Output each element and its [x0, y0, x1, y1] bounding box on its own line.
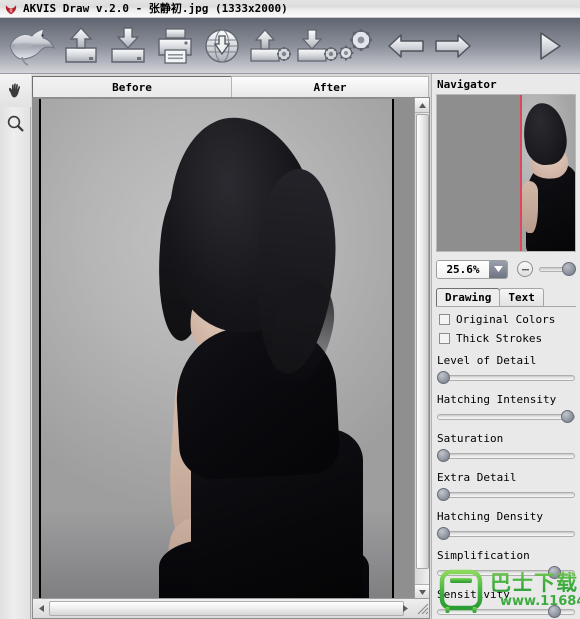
- slider-track: [437, 492, 575, 498]
- tab-text-label: Text: [508, 291, 535, 304]
- save-preset-icon[interactable]: [293, 24, 339, 68]
- print-image-icon[interactable]: [152, 24, 198, 68]
- slider-sensitivity[interactable]: [437, 605, 575, 618]
- settings-tabs-divider: [436, 306, 576, 307]
- settings-tabs: Drawing Text: [436, 288, 580, 306]
- param-label: Simplification: [437, 549, 530, 562]
- hand-tool-icon[interactable]: [0, 74, 31, 107]
- navigator-thumbnail[interactable]: [436, 94, 576, 252]
- window-title: AKVIS Draw v.2.0 - 张静初.jpg (1333x2000): [23, 1, 288, 15]
- zoom-tool-icon[interactable]: [0, 107, 31, 140]
- tab-drawing-label: Drawing: [445, 291, 492, 304]
- undo-arrow-icon[interactable]: [383, 24, 429, 68]
- checkbox-box[interactable]: [439, 333, 450, 344]
- slider-extra-detail[interactable]: [437, 488, 575, 501]
- param-label: Sensitivity: [437, 588, 510, 601]
- zoom-slider-handle[interactable]: [562, 262, 576, 276]
- param-label: Level of Detail: [437, 354, 537, 367]
- checkbox-thick-strokes[interactable]: Thick Strokes: [439, 332, 580, 345]
- param-level-of-detail: Level of Detail: [437, 354, 575, 384]
- slider-track: [437, 414, 575, 420]
- app-bird-logo-icon: [4, 26, 58, 68]
- tab-text[interactable]: Text: [499, 288, 544, 306]
- slider-handle[interactable]: [561, 410, 574, 423]
- param-label: Extra Detail: [437, 471, 517, 484]
- tab-after[interactable]: After: [231, 76, 429, 98]
- slider-track: [437, 531, 575, 537]
- slider-handle[interactable]: [548, 566, 561, 579]
- resize-grip-icon[interactable]: [415, 601, 429, 616]
- chevron-down-icon[interactable]: [489, 260, 507, 278]
- application-window: AKVIS Draw v.2.0 - 张静初.jpg (1333x2000) B…: [0, 0, 580, 619]
- param-simplification: Simplification: [437, 549, 575, 579]
- param-label: Saturation: [437, 432, 504, 445]
- run-process-icon[interactable]: [530, 28, 566, 64]
- slider-saturation[interactable]: [437, 449, 575, 462]
- title-bar: AKVIS Draw v.2.0 - 张静初.jpg (1333x2000): [0, 0, 580, 18]
- scroll-up-button[interactable]: [415, 98, 429, 113]
- redo-arrow-icon[interactable]: [430, 24, 476, 68]
- preferences-gears-icon[interactable]: [334, 24, 380, 68]
- checkbox-box[interactable]: [439, 314, 450, 325]
- tab-drawing[interactable]: Drawing: [436, 288, 501, 306]
- zoom-controls: 25.6%: [436, 258, 576, 280]
- navigator-title: Navigator: [437, 78, 497, 91]
- checkbox-original-colors[interactable]: Original Colors: [439, 313, 580, 326]
- scroll-down-button[interactable]: [415, 584, 429, 599]
- param-extra-detail: Extra Detail: [437, 471, 575, 501]
- image-viewport[interactable]: [33, 98, 416, 599]
- param-hatching-density: Hatching Density: [437, 510, 575, 540]
- save-image-icon[interactable]: [105, 24, 151, 68]
- slider-simplification[interactable]: [437, 566, 575, 579]
- slider-handle[interactable]: [437, 527, 450, 540]
- image-canvas-area: [32, 97, 430, 619]
- slider-handle[interactable]: [437, 371, 450, 384]
- param-label: Hatching Intensity: [437, 393, 557, 406]
- navigator-arm: [522, 181, 538, 233]
- param-sensitivity: Sensitivity: [437, 588, 575, 618]
- navigator-hair: [522, 100, 570, 168]
- slider-handle[interactable]: [437, 449, 450, 462]
- slider-handle[interactable]: [548, 605, 561, 618]
- param-saturation: Saturation: [437, 432, 575, 462]
- slider-handle[interactable]: [437, 488, 450, 501]
- source-photo[interactable]: [39, 99, 394, 599]
- slider-track: [437, 453, 575, 459]
- zoom-value[interactable]: 25.6%: [437, 260, 489, 278]
- horizontal-scroll-thumb[interactable]: [49, 601, 404, 616]
- navigator-preview-image: [522, 95, 575, 251]
- load-preset-icon[interactable]: [246, 24, 292, 68]
- tool-strip: [0, 74, 31, 619]
- param-hatching-intensity: Hatching Intensity: [437, 393, 575, 423]
- tab-after-label: After: [313, 81, 347, 94]
- checkbox-thick-strokes-label: Thick Strokes: [456, 332, 543, 345]
- zoom-combobox[interactable]: 25.6%: [436, 259, 508, 279]
- tab-before-label: Before: [112, 81, 152, 94]
- view-tabs: Before After: [32, 76, 430, 98]
- checkbox-original-colors-label: Original Colors: [456, 313, 556, 326]
- publish-web-icon[interactable]: [199, 24, 245, 68]
- tab-before[interactable]: Before: [32, 76, 232, 98]
- scroll-right-button[interactable]: [398, 601, 413, 616]
- minus-circle-icon[interactable]: [517, 261, 533, 277]
- canvas-vertical-scrollbar[interactable]: [414, 98, 429, 599]
- zoom-slider[interactable]: [539, 261, 576, 277]
- slider-level-of-detail[interactable]: [437, 371, 575, 384]
- akvis-bird-logo-icon: [4, 2, 18, 16]
- scroll-left-button[interactable]: [34, 601, 49, 616]
- right-panel: Navigator 25.6% Drawing Text Original Co…: [431, 74, 580, 619]
- slider-track: [437, 375, 575, 381]
- param-label: Hatching Density: [437, 510, 543, 523]
- slider-hatching-density[interactable]: [437, 527, 575, 540]
- open-image-icon[interactable]: [58, 24, 104, 68]
- vertical-scroll-thumb[interactable]: [416, 114, 429, 569]
- navigator-outside-region: [437, 95, 520, 251]
- canvas-horizontal-scrollbar[interactable]: [33, 598, 429, 618]
- slider-hatching-intensity[interactable]: [437, 410, 575, 423]
- main-toolbar: [0, 18, 580, 74]
